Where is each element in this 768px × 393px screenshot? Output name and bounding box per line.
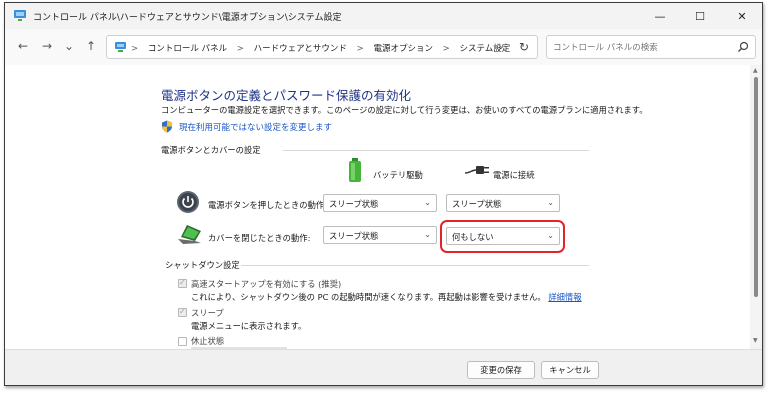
battery-column-header: バッテリ駆動 [373, 170, 423, 180]
breadcrumb-item-hardware-sound[interactable]: ハードウェアとサウンド [254, 44, 347, 54]
sleep-description: 電源メニューに表示されます。 [191, 321, 307, 331]
select-value: スリープ状態 [329, 199, 379, 209]
vertical-scrollbar[interactable]: ▲ ▼ [750, 65, 762, 349]
cancel-button[interactable]: キャンセル [541, 361, 599, 379]
select-value: スリープ状態 [329, 231, 379, 241]
control-panel-icon [14, 10, 26, 21]
power-plug-icon [464, 166, 489, 174]
chevron-down-icon: ⌄ [424, 198, 431, 207]
chevron-down-icon: ⌄ [547, 198, 554, 207]
scrollbar-thumb[interactable] [754, 77, 758, 297]
hibernate-label: 休止状態 [191, 336, 225, 346]
change-settings-link-text[interactable]: 現在利用可能ではない設定を変更します [179, 121, 332, 133]
highlight-annotation [440, 220, 565, 253]
power-button-icon [177, 191, 199, 213]
power-button-section-label: 電源ボタンとカバーの設定 [161, 145, 261, 155]
breadcrumb-separator: > [356, 44, 364, 54]
shutdown-section-label: シャットダウン設定 [165, 260, 240, 270]
uac-shield-icon [162, 120, 172, 133]
breadcrumb: > コントロール パネル > ハードウェアとサウンド > 電源オプション > シ… [131, 42, 510, 54]
minimize-button[interactable]: — [640, 3, 680, 29]
back-button[interactable]: ← [15, 38, 31, 54]
address-bar[interactable]: > コントロール パネル > ハードウェアとサウンド > 電源オプション > シ… [106, 35, 538, 59]
search-box[interactable] [546, 35, 756, 59]
title-bar: コントロール パネル\ハードウェアとサウンド\電源オプション\システム設定 — … [5, 3, 762, 29]
plugged-in-column-header: 電源に接続 [493, 170, 535, 180]
checkmark-icon: ✓ [179, 307, 186, 316]
footer-bar: 変更の保存 キャンセル [5, 349, 762, 385]
breadcrumb-item-control-panel[interactable]: コントロール パネル [148, 44, 227, 54]
sleep-label: スリープ [191, 308, 224, 318]
main-content: 電源ボタンの定義とパスワード保護の有効化 コンピューターの電源設定を選択できます… [5, 65, 750, 351]
refresh-button[interactable]: ↻ [519, 40, 529, 54]
lid-close-battery-select[interactable]: スリープ状態 ⌄ [323, 226, 437, 244]
forward-button[interactable]: → [39, 38, 55, 54]
breadcrumb-separator: > [442, 44, 450, 54]
power-button-battery-select[interactable]: スリープ状態 ⌄ [323, 194, 437, 212]
fast-startup-description: これにより、シャットダウン後の PC の起動時間が速くなります。再起動は影響を受… [191, 291, 582, 303]
hibernate-checkbox[interactable] [178, 337, 187, 346]
maximize-button[interactable]: ☐ [680, 3, 720, 29]
address-dropdown-button[interactable]: ⌄ [497, 41, 505, 52]
page-title: 電源ボタンの定義とパスワード保護の有効化 [161, 88, 412, 103]
page-description: コンピューターの電源設定を選択できます。このページの設定に対して行う変更は、お使… [161, 105, 648, 115]
learn-more-link[interactable]: 詳細情報 [548, 292, 581, 302]
scroll-up-arrow-icon[interactable]: ▲ [753, 67, 758, 74]
chevron-down-icon: ⌄ [424, 230, 431, 239]
breadcrumb-separator: > [131, 44, 139, 54]
select-value: スリープ状態 [452, 199, 502, 209]
breadcrumb-item-power-options[interactable]: 電源オプション [373, 44, 433, 54]
close-button[interactable]: ✕ [722, 3, 762, 29]
battery-icon [349, 158, 361, 182]
lid-close-action-label: カバーを閉じたときの動作: [208, 233, 311, 243]
control-panel-icon [115, 42, 126, 52]
search-input[interactable] [553, 40, 723, 55]
power-button-plugged-select[interactable]: スリープ状態 ⌄ [446, 194, 560, 212]
power-button-action-label: 電源ボタンを押したときの動作: [208, 200, 327, 210]
scroll-down-arrow-icon[interactable]: ▼ [753, 337, 758, 344]
window-title: コントロール パネル\ハードウェアとサウンド\電源オプション\システム設定 [33, 13, 342, 23]
sleep-checkbox[interactable]: ✓ [178, 307, 187, 317]
section-divider [283, 150, 589, 151]
fast-startup-checkbox[interactable]: ✓ [178, 278, 187, 288]
section-divider [241, 265, 589, 266]
checkmark-icon: ✓ [179, 278, 186, 287]
search-icon[interactable] [737, 41, 749, 53]
navigation-bar: ← → ⌄ ↑ > コントロール パネル > ハードウェアとサウンド > 電源オ… [5, 29, 762, 65]
breadcrumb-separator: > [236, 44, 244, 54]
recent-locations-button[interactable]: ⌄ [61, 38, 77, 54]
control-panel-window: コントロール パネル\ハードウェアとサウンド\電源オプション\システム設定 — … [4, 2, 763, 386]
fast-startup-desc-text: これにより、シャットダウン後の PC の起動時間が速くなります。再起動は影響を受… [191, 292, 546, 302]
fast-startup-label: 高速スタートアップを有効にする (推奨) [191, 279, 342, 289]
laptop-lid-icon [178, 225, 201, 244]
save-changes-button[interactable]: 変更の保存 [467, 361, 535, 379]
up-button[interactable]: ↑ [83, 38, 99, 54]
